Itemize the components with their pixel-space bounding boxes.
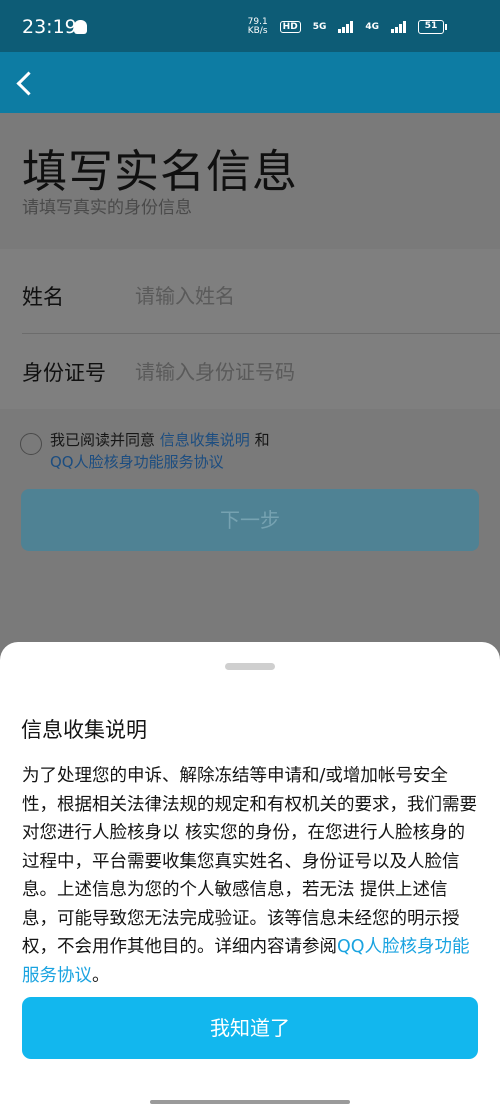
agreement-text: 我已阅读并同意 信息收集说明 和 QQ人脸核身功能服务协议 (50, 429, 480, 473)
sheet-body-end: 。 (92, 965, 110, 986)
info-collection-sheet: 信息收集说明 为了处理您的申诉、解除冻结等申请和/或增加帐号安全性，根据相关法律… (0, 642, 500, 1111)
field-divider (22, 333, 500, 334)
network-speed-unit: KB/s (247, 26, 268, 36)
form-section: 姓名 身份证号 (0, 249, 500, 409)
name-input[interactable] (135, 277, 475, 315)
sheet-body: 为了处理您的申诉、解除冻结等申请和/或增加帐号安全性，根据相关法律法规的规定和有… (22, 762, 482, 990)
face-verify-agreement-link[interactable]: QQ人脸核身功能服务协议 (50, 453, 224, 471)
sheet-drag-handle[interactable] (225, 663, 275, 670)
sheet-body-text: 为了处理您的申诉、解除冻结等申请和/或增加帐号安全性，根据相关法律法规的规定和有… (22, 766, 477, 957)
network-type-1: 5G (312, 21, 327, 32)
signal-icon (338, 21, 354, 33)
name-row: 姓名 (0, 259, 500, 333)
got-it-button[interactable]: 我知道了 (22, 997, 478, 1059)
next-button[interactable]: 下一步 (21, 489, 479, 551)
signal-icon-2 (391, 21, 406, 33)
network-type-2: 4G (365, 21, 379, 32)
agreement-conjunction: 和 (249, 431, 270, 449)
network-speed: 79.1 KB/s (248, 18, 268, 36)
status-time: 23:19 (22, 16, 77, 38)
hd-icon: HD (279, 21, 301, 33)
header-bar (0, 52, 500, 113)
info-collection-link[interactable]: 信息收集说明 (160, 431, 250, 449)
agree-checkbox[interactable] (20, 433, 42, 455)
back-arrow-icon[interactable] (10, 67, 42, 99)
notification-bell-icon (74, 20, 87, 34)
agreement-prefix: 我已阅读并同意 (50, 431, 160, 449)
name-label: 姓名 (22, 285, 64, 309)
id-number-label: 身份证号 (22, 361, 106, 385)
page-subtitle: 请填写真实的身份信息 (22, 198, 192, 218)
sheet-title: 信息收集说明 (21, 718, 147, 742)
home-indicator[interactable] (150, 1100, 350, 1104)
id-number-input[interactable] (135, 353, 475, 391)
id-number-row: 身份证号 (0, 335, 500, 409)
status-icons: 79.1 KB/s HD 5G 4G 51 (248, 18, 447, 36)
battery-icon: 51 (418, 20, 447, 34)
page-title: 填写实名信息 (22, 145, 299, 198)
status-bar: 23:19 79.1 KB/s HD 5G 4G 51 (0, 0, 500, 52)
